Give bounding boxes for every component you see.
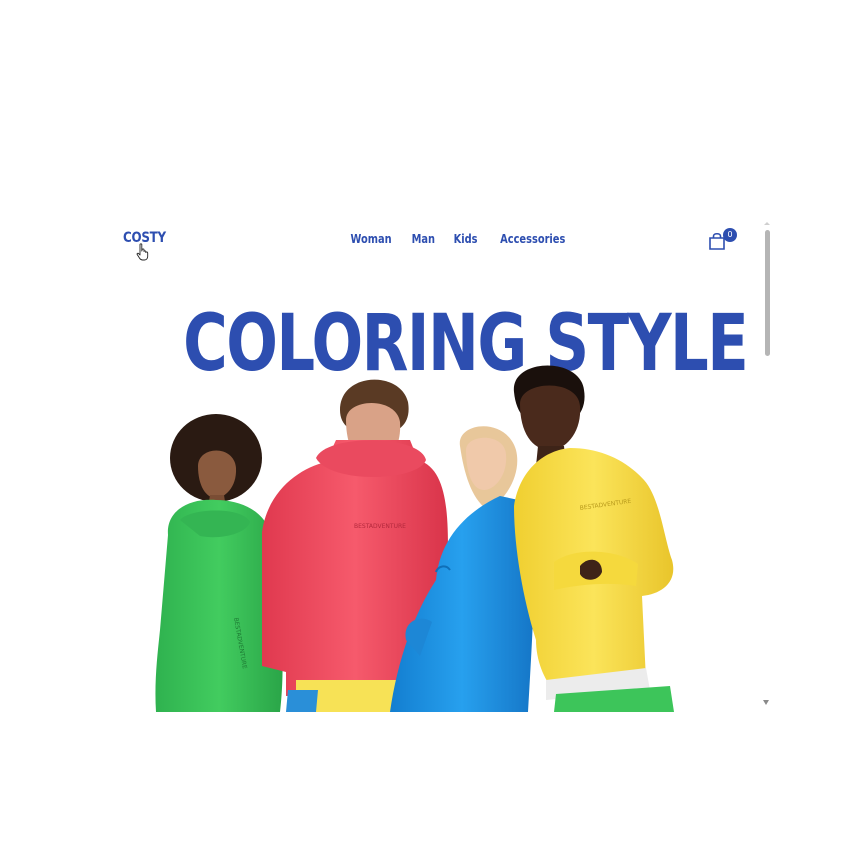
nav-man[interactable]: Man [412, 232, 435, 246]
pointer-hand-icon [136, 243, 149, 261]
browser-viewport: COSTY Woman Man Kids Accessories 0 COLOR… [110, 218, 775, 712]
scrollbar-thumb[interactable] [765, 230, 770, 356]
svg-text:BESTADVENTURE: BESTADVENTURE [354, 523, 406, 530]
scroll-up-arrow-icon[interactable] [764, 222, 770, 225]
page-scrollbar[interactable] [763, 222, 771, 706]
main-nav: Woman Man Kids Accessories [346, 232, 572, 246]
scroll-down-arrow-icon[interactable] [763, 700, 769, 705]
cart-count-badge: 0 [723, 228, 737, 242]
cart-button[interactable]: 0 [708, 228, 738, 254]
model-yellow-hoodie: BESTADVENTURE [513, 365, 674, 712]
hero-models-photo: BESTADVENTURE BESTADVENTURE BESTADVENTUR… [155, 365, 674, 712]
nav-kids[interactable]: Kids [453, 232, 477, 246]
nav-woman[interactable]: Woman [351, 232, 392, 246]
nav-accessories[interactable]: Accessories [500, 232, 565, 246]
